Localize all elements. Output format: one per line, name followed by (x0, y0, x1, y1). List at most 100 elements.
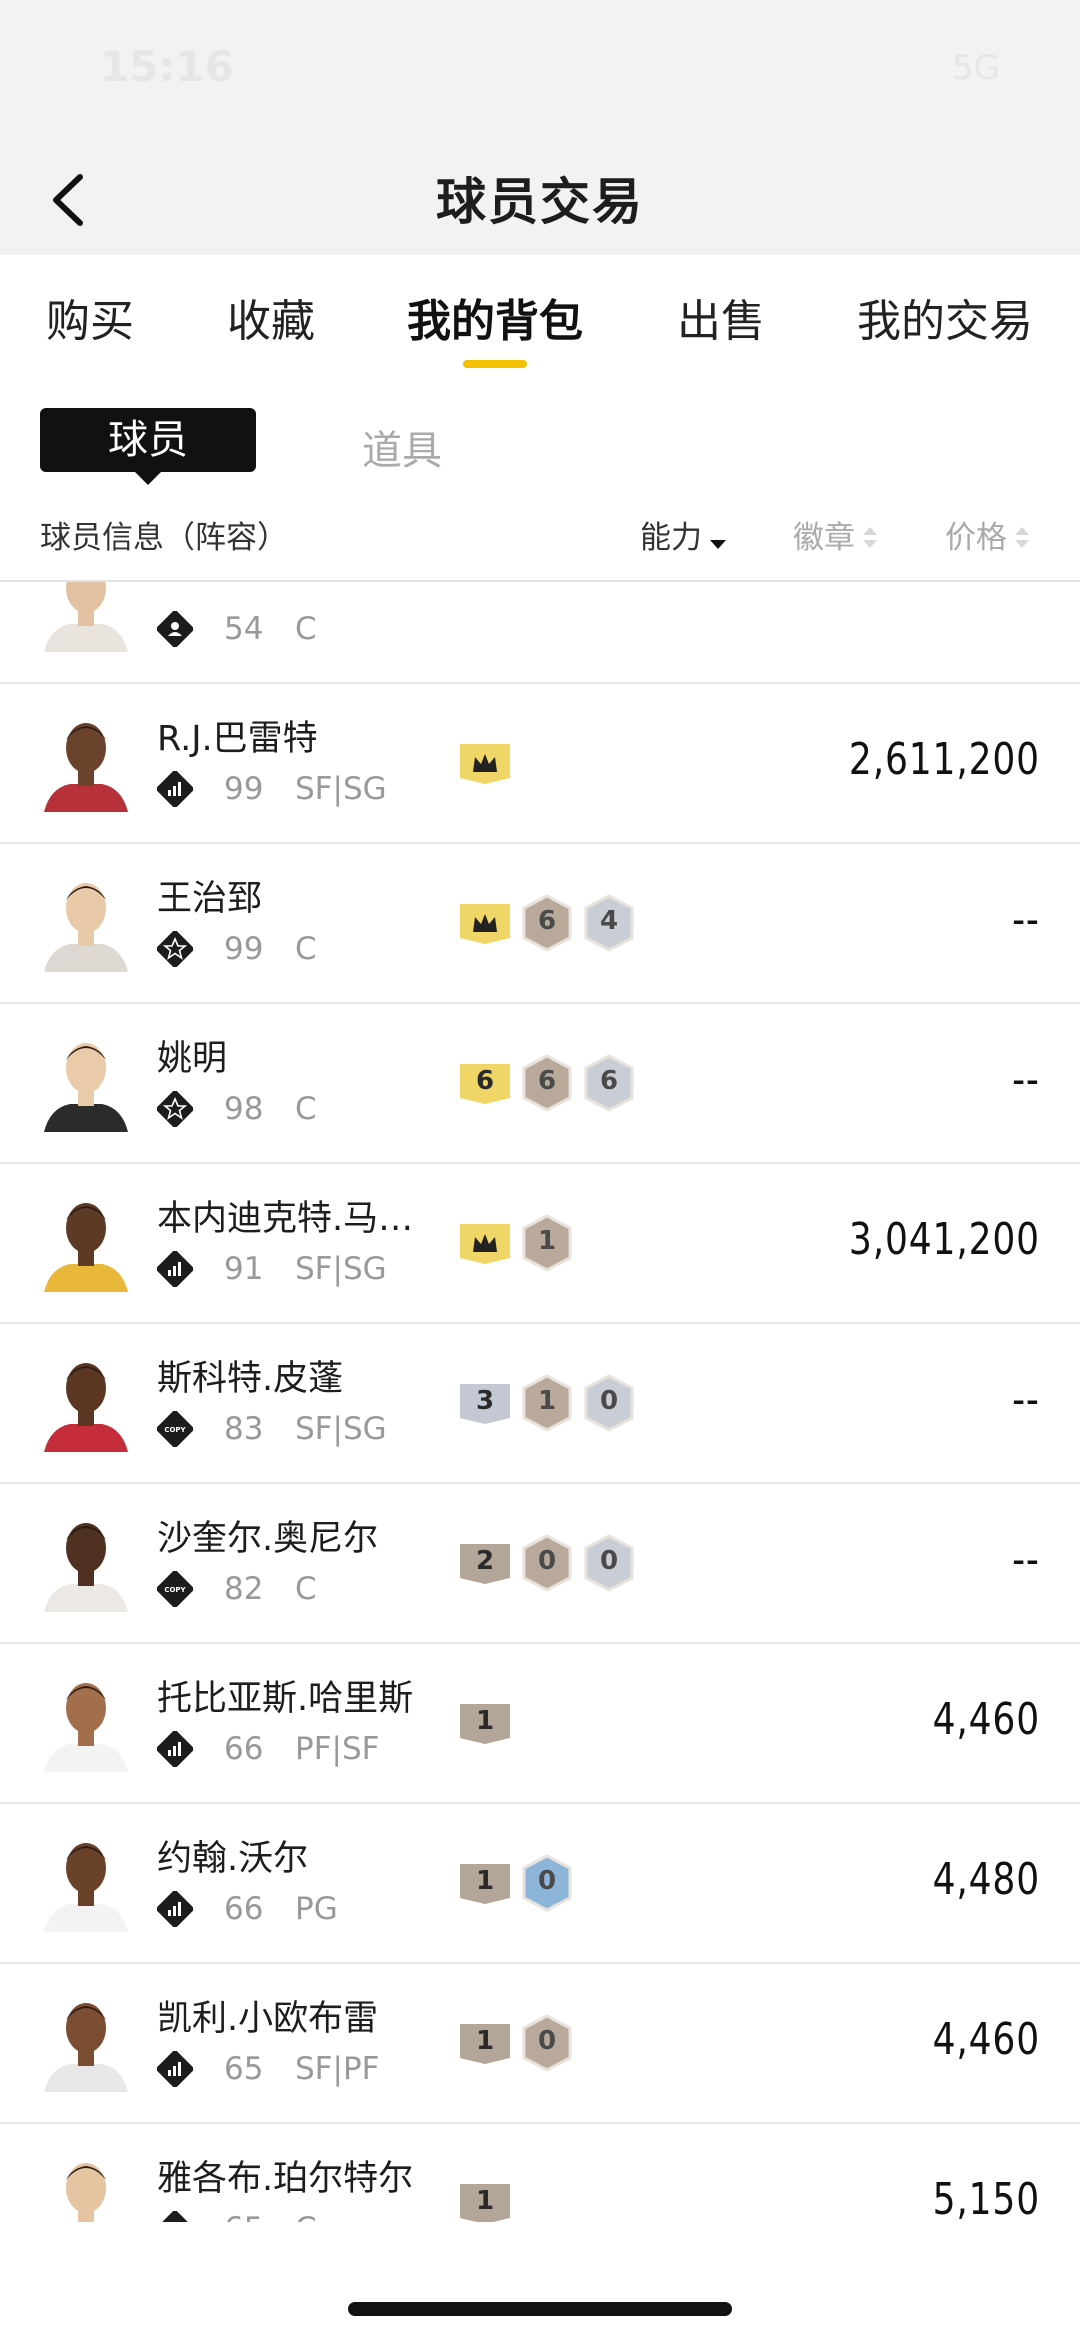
player-row[interactable]: 54 C (0, 582, 1080, 684)
status-network: 5G (952, 48, 1000, 88)
sort-icon (1013, 525, 1031, 555)
column-price-label: 价格 (945, 520, 1007, 556)
player-position: C (295, 611, 317, 647)
player-avatar (40, 1670, 132, 1772)
badge-count: 0 (537, 2026, 557, 2056)
player-price: 5,150 (932, 2174, 1040, 2222)
badge-count: 0 (599, 1386, 619, 1416)
stats-icon (155, 769, 195, 809)
badge-count: 1 (537, 1386, 557, 1416)
player-name: 王治郅 (157, 879, 263, 919)
player-overall: 66 (224, 1731, 264, 1767)
player-row[interactable]: 凯利.小欧布雷 65 SF|PF 1 0 4,460 (0, 1962, 1080, 2124)
bronzeflag-badge-icon: 1 (458, 1854, 512, 1916)
player-row[interactable]: R.J.巴雷特 99 SF|SG 2,611,200 (0, 682, 1080, 844)
bronze-badge-icon: 1 (520, 1214, 574, 1276)
badge-count: 3 (475, 1386, 495, 1416)
tab-my-trades[interactable]: 我的交易 (857, 285, 1033, 349)
stats-icon (155, 1889, 195, 1929)
tab-favorites[interactable]: 收藏 (227, 285, 315, 349)
subtab-pointer (135, 472, 161, 485)
sub-tabs: 球员 道具 (0, 400, 1080, 490)
subtab-player[interactable]: 球员 (40, 408, 256, 472)
tab-buy[interactable]: 购买 (46, 285, 134, 349)
player-row[interactable]: 沙奎尔.奥尼尔 COPY 82 C 2 0 0 -- (0, 1482, 1080, 1644)
column-player-info: 球员信息（阵容） (40, 520, 288, 556)
crown-badge-icon (458, 1214, 512, 1276)
column-header: 球员信息（阵容） 能力 徽章 价格 (0, 500, 1080, 582)
sort-badge-button[interactable]: 徽章 (793, 512, 879, 557)
copy-icon: COPY (155, 1569, 195, 1609)
player-avatar (40, 1510, 132, 1612)
player-overall: 99 (224, 771, 264, 807)
player-overall: 66 (224, 1891, 264, 1927)
bronze-badge-icon: 6 (520, 1054, 574, 1116)
player-position: C (295, 931, 317, 967)
bronze-badge-icon: 0 (520, 1534, 574, 1596)
main-tabs: 购买 收藏 我的背包 出售 我的交易 (0, 255, 1080, 375)
player-avatar (40, 870, 132, 972)
stats-icon (155, 1249, 195, 1289)
sort-price-button[interactable]: 价格 (945, 512, 1031, 557)
bronzeflag-badge-icon: 2 (458, 1534, 512, 1596)
player-position: C (295, 2211, 317, 2222)
crown-badge-icon (458, 734, 512, 796)
player-price: -- (1012, 1054, 1040, 1105)
sort-ability-button[interactable]: 能力 (640, 512, 726, 557)
player-name: 托比亚斯.哈里斯 (157, 1679, 414, 1719)
badge-count: 0 (537, 1866, 557, 1896)
svg-text:COPY: COPY (164, 1426, 186, 1434)
player-overall: 54 (224, 611, 264, 647)
player-row[interactable]: 王治郅 99 C 6 4 -- (0, 842, 1080, 1004)
player-price: -- (1012, 1534, 1040, 1585)
player-overall: 98 (224, 1091, 264, 1127)
bronzeflag-badge-icon: 1 (458, 2174, 512, 2222)
player-name: 雅各布.珀尔特尔 (157, 2159, 414, 2199)
player-avatar (40, 1830, 132, 1932)
sort-icon (861, 525, 879, 555)
player-row[interactable]: 托比亚斯.哈里斯 66 PF|SF 1 4,460 (0, 1642, 1080, 1804)
silverflag-badge-icon: 3 (458, 1374, 512, 1436)
player-position: C (295, 1571, 317, 1607)
silver-badge-icon: 0 (582, 1534, 636, 1596)
player-price: 2,611,200 (848, 734, 1040, 785)
player-row[interactable]: 姚明 98 C 6 6 6 -- (0, 1002, 1080, 1164)
badge-count: 1 (537, 1226, 557, 1256)
star-icon (155, 929, 195, 969)
player-position: C (295, 1091, 317, 1127)
bronze-badge-icon: 0 (520, 2014, 574, 2076)
column-ability-label: 能力 (640, 520, 702, 556)
player-avatar (40, 1350, 132, 1452)
player-overall: 83 (224, 1411, 264, 1447)
player-name: 本内迪克特.马… (157, 1199, 414, 1239)
badge-count: 1 (475, 1706, 495, 1736)
gold-badge-icon: 6 (458, 1054, 512, 1116)
player-overall: 65 (224, 2051, 264, 2087)
player-overall: 99 (224, 931, 264, 967)
player-list[interactable]: 54 C R.J.巴雷特 99 SF|SG 2,611,200 王治郅 99 C 6 4 -- 姚明 98… (0, 582, 1080, 2222)
bronze-badge-icon: 6 (520, 894, 574, 956)
tab-my-backpack[interactable]: 我的背包 (407, 285, 583, 349)
player-row[interactable]: 雅各布.珀尔特尔 65 C 1 5,150 (0, 2122, 1080, 2222)
badge-count: 1 (475, 1866, 495, 1896)
blue-badge-icon: 0 (520, 1854, 574, 1916)
tab-sell[interactable]: 出售 (677, 285, 765, 349)
player-name: 约翰.沃尔 (157, 1839, 309, 1879)
player-price: -- (1012, 1374, 1040, 1425)
player-name: 凯利.小欧布雷 (157, 1999, 379, 2039)
badge-count: 0 (537, 1546, 557, 1576)
silver-badge-icon: 0 (582, 1374, 636, 1436)
player-row[interactable]: 斯科特.皮蓬 COPY 83 SF|SG 3 1 0 -- (0, 1322, 1080, 1484)
player-name: R.J.巴雷特 (157, 719, 318, 759)
silver-badge-icon: 6 (582, 1054, 636, 1116)
home-indicator[interactable] (348, 2302, 732, 2316)
player-avatar (40, 582, 132, 652)
subtab-items[interactable]: 道具 (362, 418, 442, 476)
player-price: 4,480 (932, 1854, 1040, 1905)
player-row[interactable]: 本内迪克特.马… 91 SF|SG 1 3,041,200 (0, 1162, 1080, 1324)
player-row[interactable]: 约翰.沃尔 66 PG 1 0 4,480 (0, 1802, 1080, 1964)
player-position: SF|SG (295, 1411, 387, 1447)
status-bar: 15:16 5G (0, 0, 1080, 140)
stats-icon (155, 2049, 195, 2089)
badge-count: 1 (475, 2026, 495, 2056)
